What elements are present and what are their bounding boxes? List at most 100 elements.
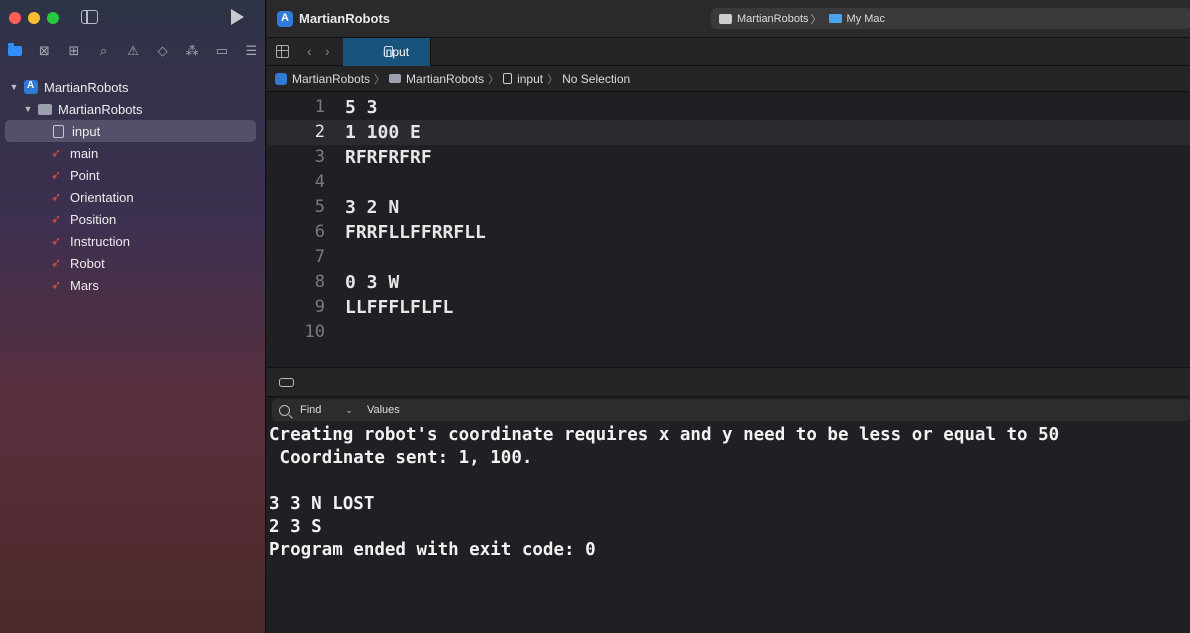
source-control-navigator-icon[interactable]: ⊠ bbox=[30, 40, 60, 62]
swift-file-icon: ➶ bbox=[51, 190, 62, 204]
find-navigator-icon[interactable]: ⌕ bbox=[89, 40, 119, 62]
console-output[interactable]: Creating robot's coordinate requires x a… bbox=[267, 422, 1190, 633]
code-text[interactable]: LLFFFLFLFL bbox=[345, 297, 453, 318]
window-title: MartianRobots bbox=[299, 11, 390, 26]
close-window-button[interactable] bbox=[9, 12, 21, 24]
code-line[interactable]: 4 bbox=[267, 170, 1190, 195]
chevron-right-icon: 〉 bbox=[547, 73, 559, 86]
scheme-target: MartianRobots bbox=[737, 12, 809, 25]
project-name: MartianRobots bbox=[44, 79, 129, 95]
code-text[interactable]: 1 100 E bbox=[345, 122, 421, 143]
line-number: 3 bbox=[314, 147, 325, 167]
run-button[interactable] bbox=[231, 9, 244, 25]
find-label[interactable]: Find bbox=[300, 404, 321, 416]
line-number: 2 bbox=[314, 122, 325, 142]
back-arrow-icon[interactable]: ‹ bbox=[307, 43, 312, 59]
jumpbar-item[interactable]: MartianRobots bbox=[292, 72, 370, 86]
forward-arrow-icon[interactable]: › bbox=[325, 43, 330, 59]
tab-input[interactable]: input bbox=[343, 38, 431, 66]
folder-icon bbox=[389, 74, 402, 83]
debug-bar bbox=[267, 367, 1190, 397]
values-label[interactable]: Values bbox=[367, 404, 400, 416]
search-icon bbox=[279, 404, 290, 416]
project-icon bbox=[24, 80, 38, 94]
line-number: 10 bbox=[304, 322, 325, 342]
chevron-right-icon: 〉 bbox=[488, 73, 500, 86]
chevron-down-icon[interactable]: ▼ bbox=[8, 82, 20, 92]
plain-file-icon bbox=[384, 46, 393, 57]
folder-icon bbox=[38, 103, 52, 115]
test-navigator-icon[interactable]: ◇ bbox=[148, 40, 178, 62]
code-line[interactable]: 9 LLFFFLFLFL bbox=[267, 295, 1190, 320]
chevron-down-icon[interactable]: ⌄ bbox=[345, 405, 353, 416]
breakpoint-navigator-icon[interactable]: ▭ bbox=[207, 40, 237, 62]
code-line[interactable]: 1 5 3 bbox=[267, 95, 1190, 120]
main-area: MartianRobots MartianRobots 〉 My Mac ‹ ›… bbox=[267, 0, 1190, 633]
related-items-icon[interactable] bbox=[276, 45, 289, 58]
console-line: 3 3 N LOST bbox=[269, 494, 375, 514]
navigator-sidebar: ⊠ ⊞ ⌕ ⚠ ◇ ⁂ ▭ ☰ ▼ MartianRobots ▼ Martia… bbox=[0, 0, 266, 633]
tree-file-instruction[interactable]: ➶ Instruction bbox=[51, 230, 130, 252]
hide-debug-area-icon[interactable] bbox=[279, 378, 294, 387]
source-editor[interactable]: 1 5 3 2 1 100 E 3 RFRFRFRF 4 5 3 2 N 6 F… bbox=[267, 93, 1190, 367]
jumpbar-item[interactable]: MartianRobots bbox=[406, 72, 484, 86]
code-line[interactable]: 6 FRRFLLFFRRFLL bbox=[267, 220, 1190, 245]
swift-file-icon: ➶ bbox=[51, 168, 62, 182]
issue-navigator-icon[interactable]: ⚠ bbox=[118, 40, 148, 62]
jumpbar-item[interactable]: No Selection bbox=[562, 72, 630, 86]
code-line[interactable]: 10 bbox=[267, 320, 1190, 345]
code-text[interactable]: 0 3 W bbox=[345, 272, 399, 293]
tree-file-orientation[interactable]: ➶ Orientation bbox=[51, 186, 134, 208]
debug-navigator-icon[interactable]: ⁂ bbox=[177, 40, 207, 62]
code-line[interactable]: 8 0 3 W bbox=[267, 270, 1190, 295]
plain-file-icon bbox=[53, 124, 64, 138]
report-navigator-icon[interactable]: ☰ bbox=[237, 40, 267, 62]
project-icon bbox=[275, 72, 287, 85]
symbol-navigator-icon[interactable]: ⊞ bbox=[59, 40, 89, 62]
tree-project-row[interactable]: ▼ MartianRobots bbox=[8, 76, 258, 98]
swift-file-icon: ➶ bbox=[51, 212, 62, 226]
line-number: 7 bbox=[314, 247, 325, 267]
tree-file-position[interactable]: ➶ Position bbox=[51, 208, 116, 230]
chevron-right-icon: 〉 bbox=[810, 13, 822, 26]
line-number: 9 bbox=[314, 297, 325, 317]
file-name: Robot bbox=[70, 255, 105, 271]
code-line[interactable]: 5 3 2 N bbox=[267, 195, 1190, 220]
scheme-selector[interactable]: MartianRobots 〉 My Mac bbox=[711, 8, 1190, 29]
chevron-right-icon: 〉 bbox=[374, 73, 386, 86]
code-text[interactable]: RFRFRFRF bbox=[345, 147, 432, 168]
swift-file-icon: ➶ bbox=[51, 234, 62, 248]
terminal-icon bbox=[719, 13, 732, 24]
code-line[interactable]: 7 bbox=[267, 245, 1190, 270]
swift-file-icon: ➶ bbox=[51, 146, 62, 160]
code-line[interactable]: 3 RFRFRFRF bbox=[267, 145, 1190, 170]
jumpbar-item[interactable]: input bbox=[517, 72, 543, 86]
chevron-down-icon[interactable]: ▼ bbox=[22, 104, 34, 114]
project-navigator-icon[interactable] bbox=[0, 40, 30, 62]
plain-file-icon bbox=[503, 73, 513, 84]
console-line: Creating robot's coordinate requires x a… bbox=[269, 425, 1060, 445]
tab-bar: ‹ › input bbox=[267, 38, 1190, 66]
minimize-window-button[interactable] bbox=[28, 12, 40, 24]
code-text[interactable]: 3 2 N bbox=[345, 197, 399, 218]
code-text[interactable]: FRRFLLFFRRFLL bbox=[345, 222, 486, 243]
group-name: MartianRobots bbox=[58, 101, 143, 117]
swift-file-icon: ➶ bbox=[51, 278, 62, 292]
tree-file-robot[interactable]: ➶ Robot bbox=[51, 252, 105, 274]
tree-file-mars[interactable]: ➶ Mars bbox=[51, 274, 99, 296]
app-icon bbox=[277, 11, 293, 27]
code-line-current[interactable]: 2 1 100 E bbox=[267, 120, 1190, 145]
tree-file-input[interactable]: input bbox=[5, 120, 256, 142]
sidebar-toggle-icon[interactable] bbox=[81, 10, 98, 24]
zoom-window-button[interactable] bbox=[47, 12, 59, 24]
line-number: 4 bbox=[314, 172, 325, 192]
code-text[interactable]: 5 3 bbox=[345, 97, 378, 118]
tree-file-point[interactable]: ➶ Point bbox=[51, 164, 100, 186]
tree-file-main[interactable]: ➶ main bbox=[51, 142, 98, 164]
console-line: Coordinate sent: 1, 100. bbox=[269, 448, 533, 468]
file-name: Position bbox=[70, 211, 117, 227]
mac-icon bbox=[828, 14, 842, 23]
file-name: main bbox=[70, 145, 99, 161]
line-number: 8 bbox=[314, 272, 325, 292]
tree-group-row[interactable]: ▼ MartianRobots bbox=[22, 98, 258, 120]
